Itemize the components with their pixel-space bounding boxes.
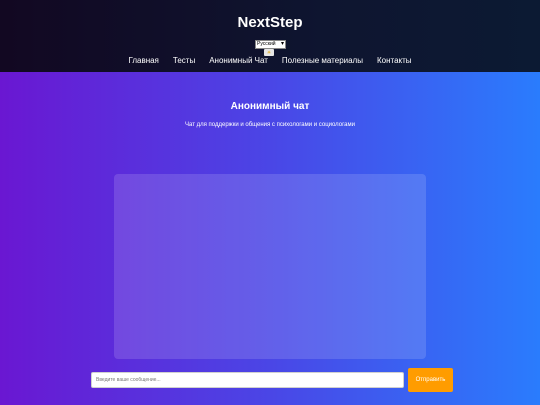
nav-contacts[interactable]: Контакты [377,56,412,66]
chat-messages-area[interactable] [114,174,426,359]
nav-useful-materials[interactable]: Полезные материалы [282,56,363,66]
nav-tests[interactable]: Тесты [173,56,195,66]
page-title: Анонимный чат [230,101,310,112]
message-input[interactable] [91,372,404,388]
nav-anonymous-chat[interactable]: Анонимный Чат [209,56,268,66]
theme-toggle-button[interactable]: ☀ [264,49,274,56]
language-select-value: Русский [257,41,276,47]
brand-logo[interactable]: NextStep [0,14,540,31]
main-nav: Главная Тесты Анонимный Чат Полезные мат… [0,56,540,66]
send-button[interactable]: Отправить [408,368,453,392]
language-select[interactable]: Русский ▾ [255,40,286,49]
chevron-down-icon: ▾ [280,41,284,47]
nav-home[interactable]: Главная [128,56,158,66]
sun-icon: ☀ [266,49,272,56]
site-header: NextStep Русский ▾ ☀ Главная Тесты Анони… [0,0,540,72]
page-subtitle: Чат для поддержки и общения с психологам… [185,122,355,128]
